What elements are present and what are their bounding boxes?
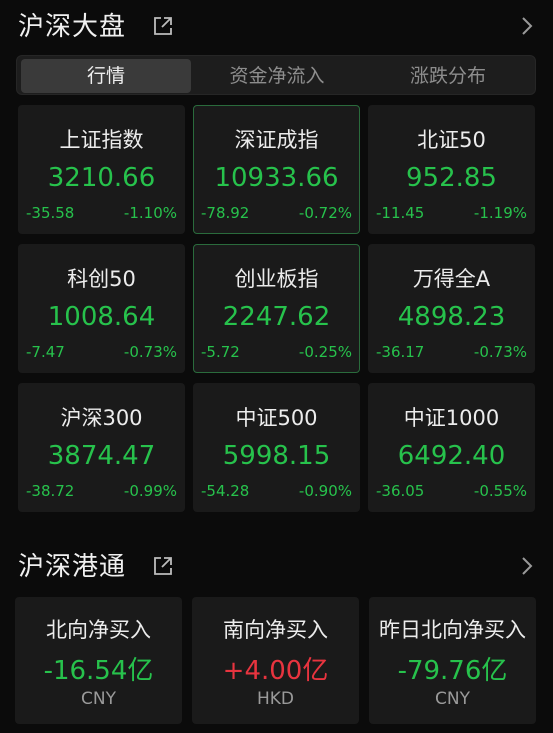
index-name: 中证1000 xyxy=(403,406,500,430)
index-name: 创业板指 xyxy=(234,267,319,291)
connect-section-title: 沪深港通 xyxy=(18,552,127,582)
index-card-szse-component[interactable]: 深证成指 10933.66 -78.92 -0.72% xyxy=(193,105,360,234)
flow-name: 北向净买入 xyxy=(46,618,151,642)
index-name: 北证50 xyxy=(417,128,486,152)
index-value: 5998.15 xyxy=(222,441,331,471)
flow-value: +4.00亿 xyxy=(222,656,329,686)
market-section-title: 沪深大盘 xyxy=(18,12,127,42)
index-change: -54.28 xyxy=(201,482,250,500)
tab-net-capital-inflow[interactable]: 资金净流入 xyxy=(191,59,363,93)
index-value: 952.85 xyxy=(406,163,497,193)
index-change-percent: -0.90% xyxy=(298,482,352,500)
chevron-right-icon[interactable] xyxy=(519,15,535,37)
index-change-percent: -1.19% xyxy=(473,204,527,222)
market-tab-bar: 行情 资金净流入 涨跌分布 xyxy=(16,55,536,95)
tab-quotes[interactable]: 行情 xyxy=(21,59,191,93)
index-value: 3874.47 xyxy=(47,441,156,471)
index-value: 1008.64 xyxy=(47,302,156,332)
flow-currency: HKD xyxy=(256,689,295,709)
flow-name: 南向净买入 xyxy=(223,618,328,642)
index-change: -7.47 xyxy=(26,343,65,361)
flow-card-northbound[interactable]: 北向净买入 -16.54亿 CNY xyxy=(15,597,182,724)
index-card-sse-composite[interactable]: 上证指数 3210.66 -35.58 -1.10% xyxy=(18,105,185,234)
index-card-chinext[interactable]: 创业板指 2247.62 -5.72 -0.25% xyxy=(193,244,360,373)
index-value: 6492.40 xyxy=(397,441,506,471)
flow-card-southbound[interactable]: 南向净买入 +4.00亿 HKD xyxy=(192,597,359,724)
flow-card-prev-northbound[interactable]: 昨日北向净买入 -79.76亿 CNY xyxy=(369,597,536,724)
market-overview-page: 沪深大盘 行情 资金净流入 涨跌分布 上证指数 3210.66 -35.58 -… xyxy=(0,0,553,733)
external-link-icon[interactable] xyxy=(152,15,174,37)
flow-currency: CNY xyxy=(81,689,116,709)
index-card-star50[interactable]: 科创50 1008.64 -7.47 -0.73% xyxy=(18,244,185,373)
index-change-percent: -0.25% xyxy=(298,343,352,361)
index-change-percent: -0.72% xyxy=(298,204,352,222)
index-card-csi300[interactable]: 沪深300 3874.47 -38.72 -0.99% xyxy=(18,383,185,512)
index-change-percent: -0.73% xyxy=(473,343,527,361)
index-value: 4898.23 xyxy=(397,302,506,332)
index-change-percent: -0.55% xyxy=(473,482,527,500)
external-link-icon[interactable] xyxy=(152,555,174,577)
index-name: 沪深300 xyxy=(60,406,143,430)
index-change: -36.17 xyxy=(376,343,425,361)
index-change: -5.72 xyxy=(201,343,240,361)
index-card-bse50[interactable]: 北证50 952.85 -11.45 -1.19% xyxy=(368,105,535,234)
chevron-right-icon[interactable] xyxy=(519,555,535,577)
index-card-wind-all-a[interactable]: 万得全A 4898.23 -36.17 -0.73% xyxy=(368,244,535,373)
index-change: -78.92 xyxy=(201,204,250,222)
index-change-percent: -0.99% xyxy=(123,482,177,500)
index-value: 10933.66 xyxy=(214,163,339,193)
index-change: -38.72 xyxy=(26,482,75,500)
flow-value: -16.54亿 xyxy=(43,656,154,686)
index-name: 上证指数 xyxy=(59,128,144,152)
flow-name: 昨日北向净买入 xyxy=(379,618,526,642)
index-change: -35.58 xyxy=(26,204,75,222)
index-name: 中证500 xyxy=(235,406,318,430)
flow-currency: CNY xyxy=(435,689,470,709)
index-name: 深证成指 xyxy=(234,128,319,152)
index-name: 万得全A xyxy=(412,267,491,291)
flow-value: -79.76亿 xyxy=(397,656,508,686)
market-section-header[interactable]: 沪深大盘 xyxy=(0,2,553,42)
index-change: -11.45 xyxy=(376,204,425,222)
index-change: -36.05 xyxy=(376,482,425,500)
tab-advance-decline[interactable]: 涨跌分布 xyxy=(363,59,533,93)
index-name: 科创50 xyxy=(67,267,136,291)
index-value: 3210.66 xyxy=(47,163,156,193)
index-change-percent: -0.73% xyxy=(123,343,177,361)
index-value: 2247.62 xyxy=(222,302,331,332)
index-change-percent: -1.10% xyxy=(123,204,177,222)
index-card-csi500[interactable]: 中证500 5998.15 -54.28 -0.90% xyxy=(193,383,360,512)
index-card-csi1000[interactable]: 中证1000 6492.40 -36.05 -0.55% xyxy=(368,383,535,512)
connect-section-header[interactable]: 沪深港通 xyxy=(0,542,553,582)
